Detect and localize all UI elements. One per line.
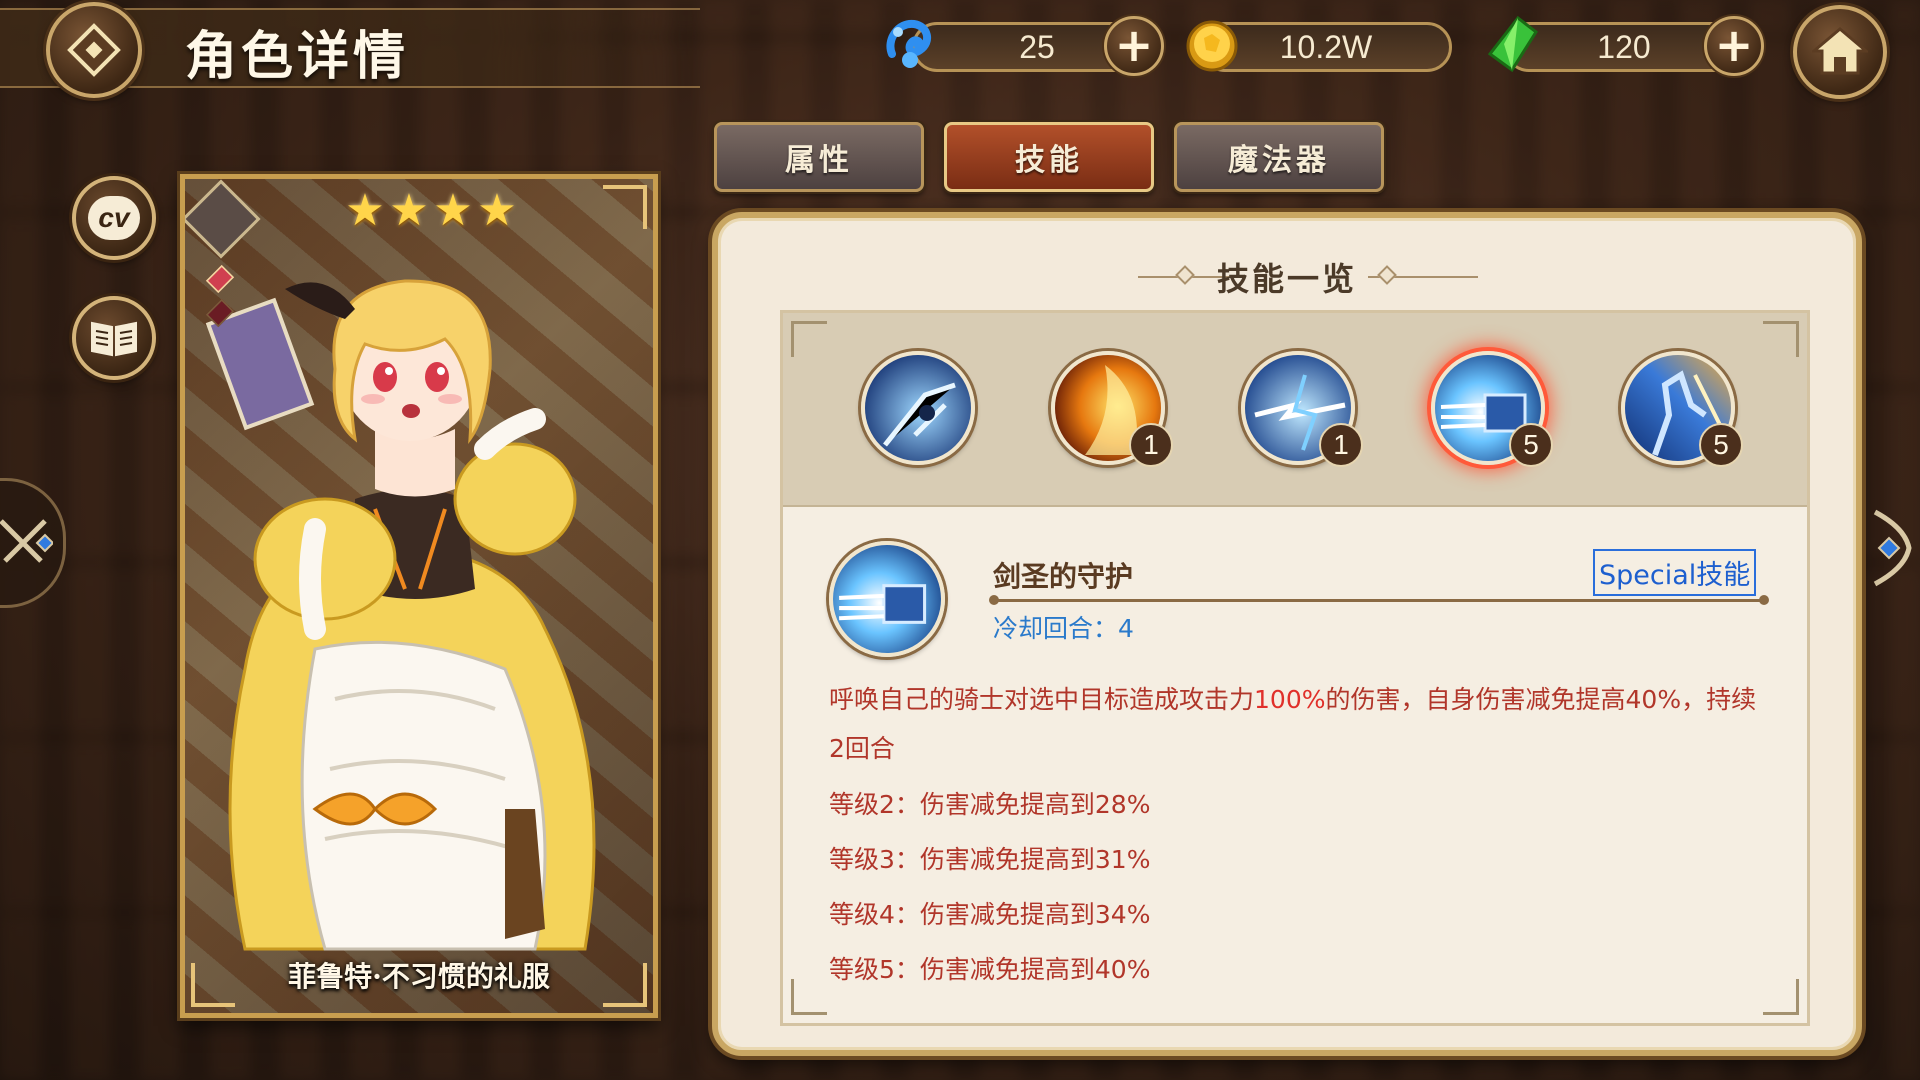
currency-green-gem-value: 120	[1597, 28, 1651, 65]
rarity-stars: ★ ★ ★ ★	[345, 185, 517, 236]
box-corner-ornament	[791, 979, 827, 1015]
home-button[interactable]	[1793, 5, 1887, 99]
tab-magic-artifacts[interactable]: 魔法器	[1174, 122, 1384, 192]
box-corner-ornament	[1763, 979, 1799, 1015]
currency-blue-crystal-value: 25	[1019, 28, 1055, 65]
skill-type-label: Special技能	[1593, 549, 1757, 596]
skill-level-line: 等级3：伤害减免提高到31%	[829, 845, 1151, 874]
top-bar: 角色详情 25 + 10.2W 120 +	[0, 0, 1920, 100]
profile-book-button[interactable]	[72, 296, 156, 380]
strip-corner-ornament	[1763, 321, 1799, 357]
skill-cooldown: 冷却回合：4	[993, 614, 1134, 643]
crossed-swords-icon	[0, 519, 53, 563]
character-card: ★ ★ ★ ★ 菲鲁特·不习惯的礼服	[180, 174, 658, 1018]
skill-level-badge-3: 1	[1319, 423, 1363, 467]
star-icon: ★	[477, 185, 517, 236]
tab-attributes[interactable]: 属性	[714, 122, 924, 192]
skills-panel-heading: 技能一览	[1216, 260, 1357, 298]
add-green-gem-button[interactable]: +	[1704, 16, 1764, 76]
chevron-right-icon	[1873, 509, 1912, 587]
skill-level-badge-4: 5	[1509, 423, 1553, 467]
green-crystal-icon	[1482, 14, 1542, 74]
switch-character-right-button[interactable]	[1860, 508, 1920, 588]
cv-button[interactable]: cv	[72, 176, 156, 260]
star-icon: ★	[433, 185, 473, 236]
skill-description-highlight: 100%	[1254, 685, 1326, 714]
card-corner-ornament	[603, 185, 647, 229]
back-diamond-icon	[67, 23, 121, 77]
currency-gold-value: 10.2W	[1279, 28, 1373, 65]
star-icon: ★	[389, 185, 429, 236]
add-blue-crystal-button[interactable]: +	[1104, 16, 1164, 76]
tab-skills[interactable]: 技能	[944, 122, 1154, 192]
skill-level-badge-5: 5	[1699, 423, 1743, 467]
book-icon	[91, 321, 137, 357]
skill-description-start: 呼唤自己的骑士对选中目标造成攻击力	[829, 685, 1255, 714]
skill-level-line: 等级4：伤害减免提高到34%	[829, 900, 1151, 929]
home-icon	[1812, 27, 1868, 75]
back-button[interactable]	[46, 2, 142, 98]
gold-coin-icon	[1182, 14, 1242, 74]
skill-name: 剑圣的守护	[993, 560, 1134, 593]
page-title: 角色详情	[185, 26, 410, 87]
skill-level-list: 等级2：伤害减免提高到28% 等级3：伤害减免提高到31% 等级4：伤害减免提高…	[829, 777, 1150, 997]
skill-icon-strip: 1 1 5 5	[783, 313, 1807, 507]
star-icon: ★	[345, 185, 385, 236]
character-name: 菲鲁特·不习惯的礼服	[288, 960, 550, 993]
skills-panel: 技能一览 1 1 5 5 剑圣的守护 Special技能 冷却回合：4 呼唤自己…	[712, 212, 1862, 1056]
skill-level-badge-2: 1	[1129, 423, 1173, 467]
skill-level-line: 等级5：伤害减免提高到40%	[829, 955, 1151, 984]
skill-description: 呼唤自己的骑士对选中目标造成攻击力100%的伤害，自身伤害减免提高40%，持续2…	[829, 675, 1769, 773]
skill-basic-attack-icon	[865, 355, 971, 461]
skills-inner-box: 1 1 5 5 剑圣的守护 Special技能 冷却回合：4 呼唤自己的骑士对选…	[780, 310, 1810, 1026]
blue-spirit-icon	[880, 14, 940, 74]
selected-skill-icon	[829, 541, 945, 657]
skill-slot-1[interactable]	[861, 351, 975, 465]
skill-name-underline	[989, 595, 1769, 605]
strip-corner-ornament	[791, 321, 827, 357]
cv-label: cv	[88, 196, 140, 240]
character-portrait	[205, 279, 596, 951]
skill-level-line: 等级2：伤害减免提高到28%	[829, 790, 1151, 819]
